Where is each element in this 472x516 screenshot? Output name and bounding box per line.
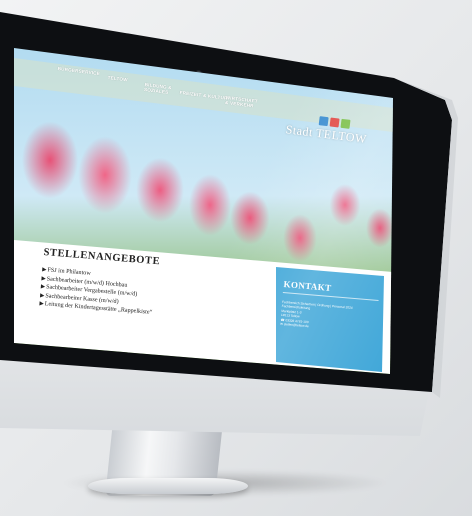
monitor: BÜRGERSERVICE TELTOW BILDUNG & SOZIALES … xyxy=(0,0,472,516)
logo-tile-red xyxy=(329,117,340,128)
contact-details: KONTAKT Fachbereich Sicherheit | Ordnung… xyxy=(280,279,380,334)
logo-tile-blue xyxy=(318,116,329,127)
logo-tile-green xyxy=(340,118,351,129)
